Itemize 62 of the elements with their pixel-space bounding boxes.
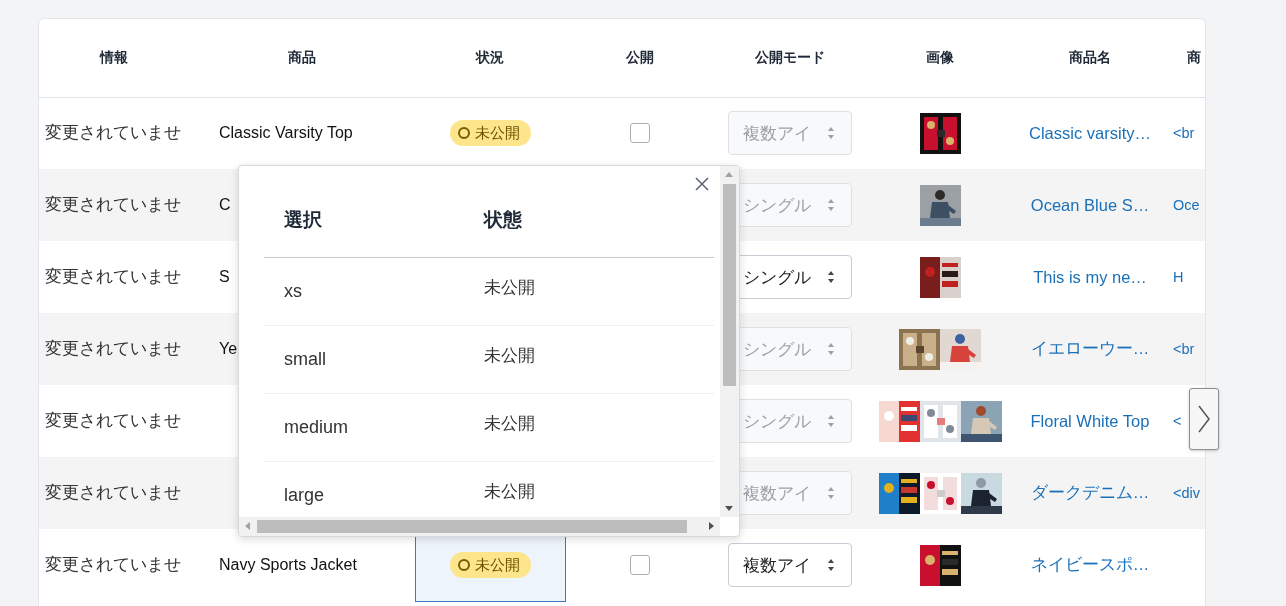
column-header: 選択 <box>284 208 322 230</box>
close-icon <box>694 176 710 192</box>
option-text: small <box>284 348 326 369</box>
checkbox[interactable] <box>630 123 650 144</box>
option-text: medium <box>284 416 349 437</box>
ring-icon <box>456 126 471 141</box>
close-button[interactable] <box>693 175 711 193</box>
product-name-link[interactable]: イエローウー… <box>1030 339 1150 357</box>
product-name-link[interactable]: ダークデニム… <box>1030 483 1150 501</box>
info-text: 変更されていませ <box>45 483 181 501</box>
sort-arrows-icon <box>827 126 835 141</box>
sort-arrows-icon <box>827 558 835 572</box>
column-header: 商 <box>1187 48 1201 65</box>
product-name-link[interactable]: Floral White Top <box>1030 411 1150 430</box>
checkbox[interactable] <box>630 555 651 575</box>
next-button[interactable] <box>1189 388 1219 450</box>
product-text: Classic Varsity Top <box>219 124 353 142</box>
option-text: xs <box>284 280 302 301</box>
info-text: 変更されていませ <box>45 195 181 213</box>
sort-arrows-icon <box>827 198 835 212</box>
column-header: 商品名 <box>1069 48 1111 65</box>
table-link[interactable]: H <box>1173 269 1184 285</box>
state-text: 未公開 <box>484 345 535 365</box>
sort-arrows-icon <box>827 414 835 428</box>
chevron-right-icon <box>1197 404 1211 434</box>
column-header: 状態 <box>484 208 522 230</box>
product-text: S <box>219 268 230 285</box>
product-name-link[interactable]: This is my ne… <box>1033 267 1147 286</box>
mode-select[interactable]: 複数アイ <box>728 543 852 587</box>
info-text: 変更されていませ <box>45 267 181 285</box>
horizontal-scrollbar[interactable] <box>239 517 720 536</box>
column-header: 情報 <box>100 48 128 65</box>
option-text: large <box>284 484 325 505</box>
state-text: 未公開 <box>484 481 535 501</box>
product-text: Navy Sports Jacket <box>219 556 357 573</box>
table-link[interactable]: <br <box>1173 125 1195 142</box>
info-text: 変更されていませ <box>45 411 181 429</box>
column-header: 公開 <box>626 48 654 65</box>
column-header: 状況 <box>476 48 504 65</box>
table-link[interactable]: Oce <box>1173 197 1200 213</box>
status-label: 未公開 <box>474 123 520 143</box>
info-text: 変更されていませ <box>45 123 181 142</box>
state-text: 未公開 <box>484 277 535 297</box>
product-text: Ye <box>219 340 238 357</box>
ring-icon <box>456 558 471 572</box>
state-text: 未公開 <box>484 413 535 433</box>
column-header: 公開モード <box>755 48 825 65</box>
sort-arrows-icon <box>827 486 835 500</box>
info-text: 変更されていませ <box>45 555 181 573</box>
sort-arrows-icon <box>827 270 835 284</box>
info-text: 変更されていませ <box>45 339 181 357</box>
table-link[interactable]: <div <box>1173 485 1200 501</box>
status-label: 未公開 <box>474 555 520 575</box>
table-link[interactable]: < <box>1173 413 1182 429</box>
sort-arrows-icon <box>827 342 835 356</box>
product-name-link[interactable]: Classic varsity… <box>1029 123 1151 142</box>
table-link[interactable]: <br <box>1173 341 1195 357</box>
column-header: 商品 <box>288 48 316 65</box>
column-header: 画像 <box>926 48 954 65</box>
product-text: C <box>219 196 231 213</box>
product-name-link[interactable]: ネイビースポ… <box>1030 555 1150 573</box>
vertical-scrollbar[interactable] <box>720 166 739 517</box>
